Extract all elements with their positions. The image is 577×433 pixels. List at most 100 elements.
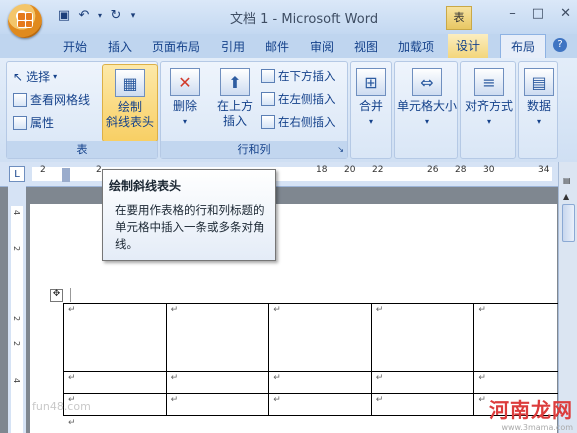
- customize-qat-icon[interactable]: ▾: [128, 8, 138, 24]
- ruler-toggle-icon[interactable]: ▤: [563, 176, 572, 185]
- alignment-button[interactable]: ≡ 对齐方式 ▾: [461, 68, 517, 129]
- vertical-ruler-number: 4: [12, 210, 21, 216]
- view-gridlines-button[interactable]: 查看网格线: [13, 91, 90, 108]
- window-title: 文档 1 - Microsoft Word: [230, 12, 379, 27]
- table-cell[interactable]: ↵: [370, 371, 475, 394]
- save-icon[interactable]: ▣: [56, 8, 72, 24]
- tooltip-title: 绘制斜线表头: [109, 179, 182, 193]
- insert-left-button[interactable]: 在左侧插入: [261, 91, 336, 107]
- group-table: ↖ 选择 ▾ 查看网格线 属性 ▦ 绘制 斜线表头 表: [6, 61, 158, 159]
- cell-size-button[interactable]: ⇔ 单元格大小 ▾: [395, 68, 459, 129]
- tab-mailings[interactable]: 邮件: [265, 38, 289, 55]
- ruler-number: 18: [316, 165, 328, 175]
- office-logo-icon: [17, 12, 33, 28]
- watermark-left: fun48.com: [32, 400, 91, 413]
- watermark-right: 河南龙网 www.3mama.com: [489, 398, 573, 432]
- dialog-launcher-icon[interactable]: ↘: [337, 141, 344, 158]
- office-button[interactable]: [8, 4, 42, 38]
- table-cell[interactable]: ↵: [63, 371, 167, 394]
- vertical-ruler-number: 4: [12, 378, 21, 384]
- tab-selector[interactable]: L: [9, 166, 25, 182]
- insert-right-button[interactable]: 在右侧插入: [261, 114, 336, 130]
- tab-references[interactable]: 引用: [221, 38, 245, 55]
- chevron-down-icon: ▾: [486, 117, 491, 126]
- table-cell[interactable]: ↵: [268, 393, 372, 416]
- ruler-number: 28: [455, 165, 467, 175]
- undo-dropdown-icon[interactable]: ▾: [96, 8, 104, 24]
- delete-table-icon: ✕: [170, 68, 200, 96]
- ruler-number: 2: [40, 165, 46, 175]
- tab-design[interactable]: 设计: [448, 34, 489, 58]
- insert-row-below-icon: [261, 69, 275, 83]
- vertical-ruler: 4 2 2 2 4: [8, 186, 26, 433]
- select-button[interactable]: ↖ 选择 ▾: [13, 68, 57, 85]
- insert-column-left-icon: [261, 92, 275, 106]
- insert-above-button[interactable]: ⬆ 在上方 插入: [213, 68, 257, 129]
- table-cell[interactable]: ↵: [268, 303, 372, 372]
- table-cell[interactable]: ↵: [63, 303, 167, 372]
- table-cell[interactable]: ↵: [165, 393, 270, 416]
- ribbon: ↖ 选择 ▾ 查看网格线 属性 ▦ 绘制 斜线表头 表 ✕ 删除 ▾ ⬆ 在上方…: [0, 58, 577, 163]
- undo-icon[interactable]: ↶: [76, 8, 92, 24]
- group-rows-columns: ✕ 删除 ▾ ⬆ 在上方 插入 在下方插入 在左侧插入 在右侧插入 行和列 ↘: [160, 61, 348, 159]
- group-merge: ⊞ 合并 ▾: [350, 61, 392, 159]
- vertical-ruler-number: 2: [12, 341, 21, 347]
- tab-review[interactable]: 审阅: [310, 38, 334, 55]
- group-alignment: ≡ 对齐方式 ▾: [460, 61, 516, 159]
- merge-cells-icon: ⊞: [356, 68, 386, 96]
- chevron-down-icon: ▾: [424, 117, 429, 126]
- gridlines-icon: [13, 92, 27, 107]
- chevron-down-icon: ▾: [368, 117, 373, 126]
- indent-marker-icon[interactable]: [62, 168, 70, 182]
- group-label-rows-columns: 行和列 ↘: [161, 141, 347, 158]
- data-button[interactable]: ▤ 数据 ▾: [521, 68, 557, 129]
- help-icon[interactable]: ?: [553, 38, 567, 52]
- tab-layout[interactable]: 布局: [500, 34, 547, 58]
- properties-icon: [13, 115, 27, 130]
- horizontal-ruler[interactable]: L 2 2 18 20 22 26 28 30 34: [0, 162, 577, 187]
- properties-button[interactable]: 属性: [13, 114, 54, 131]
- draw-diagonal-header-button[interactable]: ▦ 绘制 斜线表头: [102, 64, 158, 142]
- ruler-number: 2: [96, 165, 102, 175]
- table-cell[interactable]: ↵: [165, 303, 270, 372]
- quick-access-toolbar: ▣ ↶ ▾ ↻ ▾: [56, 8, 138, 24]
- scroll-up-icon[interactable]: ▲: [563, 192, 572, 201]
- insert-row-above-icon: ⬆: [220, 68, 250, 96]
- tab-home[interactable]: 开始: [63, 38, 87, 55]
- table-move-handle-icon[interactable]: ✥: [50, 289, 63, 302]
- table-row: ↵ ↵ ↵ ↵ ↵: [63, 371, 577, 394]
- insert-below-button[interactable]: 在下方插入: [261, 68, 336, 84]
- tab-addins[interactable]: 加载项: [398, 38, 434, 55]
- tab-insert[interactable]: 插入: [108, 38, 132, 55]
- table-cell[interactable]: ↵: [370, 393, 475, 416]
- maximize-button[interactable]: □: [532, 6, 544, 21]
- vertical-ruler-number: 2: [12, 246, 21, 252]
- window-controls: – □ ✕: [509, 6, 571, 21]
- alignment-icon: ≡: [474, 68, 504, 96]
- insert-column-right-icon: [261, 115, 275, 129]
- paragraph-mark: ↵: [68, 418, 76, 428]
- minimize-button[interactable]: –: [509, 6, 516, 21]
- ruler-number: 26: [427, 165, 439, 175]
- cell-size-icon: ⇔: [412, 68, 442, 96]
- table-cell[interactable]: ↵: [268, 371, 372, 394]
- close-button[interactable]: ✕: [560, 6, 571, 21]
- vertical-scrollbar[interactable]: ▤ ▲: [558, 162, 577, 433]
- cursor-icon: ↖: [13, 69, 24, 84]
- chevron-down-icon: ▾: [182, 117, 187, 126]
- tab-page-layout[interactable]: 页面布局: [152, 38, 200, 55]
- chevron-down-icon: ▾: [53, 72, 58, 81]
- group-cell-size: ⇔ 单元格大小 ▾: [394, 61, 458, 159]
- tab-view[interactable]: 视图: [354, 38, 378, 55]
- scrollbar-thumb[interactable]: [562, 204, 575, 242]
- table-cell[interactable]: ↵: [165, 371, 270, 394]
- delete-button[interactable]: ✕ 删除 ▾: [167, 68, 203, 129]
- ruler-number: 22: [372, 165, 384, 175]
- table-row: ↵ ↵ ↵ ↵ ↵: [63, 303, 577, 372]
- table-cell[interactable]: ↵: [370, 303, 475, 372]
- table-tools-context-label: 表: [446, 6, 472, 30]
- group-data: ▤ 数据 ▾: [518, 61, 558, 159]
- chevron-down-icon: ▾: [536, 117, 541, 126]
- merge-button[interactable]: ⊞ 合并 ▾: [353, 68, 389, 129]
- redo-icon[interactable]: ↻: [108, 8, 124, 24]
